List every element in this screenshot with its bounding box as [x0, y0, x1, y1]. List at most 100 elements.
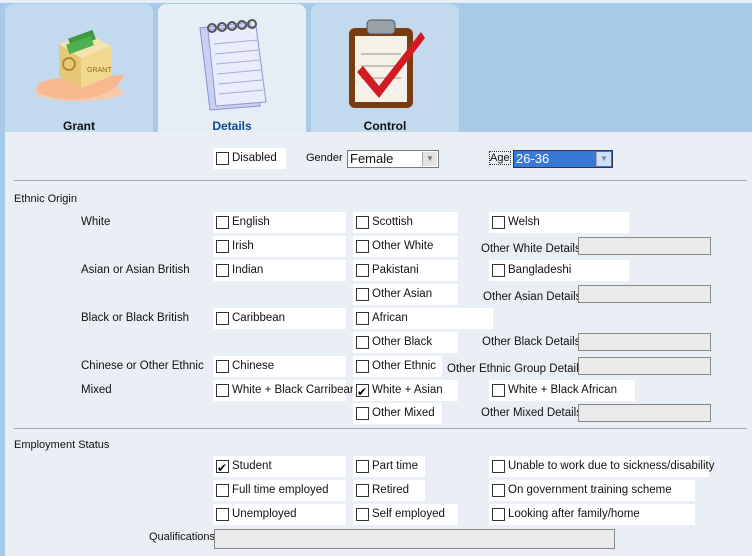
checkbox-box[interactable] — [356, 484, 369, 497]
bangladeshi-label: Bangladeshi — [508, 264, 572, 276]
tab-control-label: Control — [363, 119, 407, 133]
checkbox-box[interactable] — [216, 508, 229, 521]
checkbox-box[interactable] — [216, 458, 229, 479]
tab-details-label: Details — [212, 119, 252, 133]
self-employed-label: Self employed — [372, 508, 445, 520]
checkbox-box[interactable] — [216, 360, 229, 373]
chevron-down-icon[interactable]: ▼ — [596, 152, 611, 166]
checkbox-box[interactable] — [356, 460, 369, 473]
full-time-employed-checkbox[interactable]: Full time employed — [213, 480, 346, 501]
white-black-african-label: White + Black African — [508, 384, 617, 396]
government-training-label: On government training scheme — [508, 484, 672, 496]
self-employed-checkbox[interactable]: Self employed — [353, 504, 458, 525]
age-label: Age — [489, 151, 511, 165]
other-ethnic-details-label: Other Ethnic Group Details — [447, 363, 585, 375]
other-asian-details-label: Other Asian Details — [483, 291, 582, 303]
unemployed-checkbox[interactable]: Unemployed — [213, 504, 346, 525]
gender-select[interactable]: Female ▼ — [347, 150, 439, 168]
other-mixed-label: Other Mixed — [372, 407, 435, 419]
top-border — [0, 0, 752, 3]
checkbox-box[interactable] — [216, 240, 229, 253]
white-black-african-checkbox[interactable]: White + Black African — [489, 380, 635, 401]
indian-checkbox[interactable]: Indian — [213, 260, 346, 281]
checkbox-box[interactable] — [492, 216, 505, 229]
other-black-checkbox[interactable]: Other Black — [353, 332, 458, 353]
checkbox-box[interactable] — [216, 264, 229, 277]
other-mixed-details-field[interactable] — [578, 404, 711, 422]
checkbox-box[interactable] — [356, 336, 369, 349]
white-black-carribean-checkbox[interactable]: White + Black Carribean — [213, 380, 356, 401]
other-black-label: Other Black — [372, 336, 433, 348]
age-select[interactable]: 26-36 ▼ — [513, 150, 613, 168]
other-black-details-field[interactable] — [578, 333, 711, 351]
chevron-down-icon[interactable]: ▼ — [422, 152, 437, 166]
checkbox-box[interactable] — [356, 216, 369, 229]
row-label-chinese: Chinese or Other Ethnic — [81, 360, 204, 372]
scottish-label: Scottish — [372, 216, 413, 228]
pakistani-label: Pakistani — [372, 264, 419, 276]
tab-control[interactable]: Control — [311, 4, 459, 136]
other-asian-checkbox[interactable]: Other Asian — [353, 284, 458, 305]
part-time-label: Part time — [372, 460, 419, 472]
looking-after-family-checkbox[interactable]: Looking after family/home — [489, 504, 695, 525]
checkbox-box[interactable] — [216, 312, 229, 325]
english-label: English — [232, 216, 270, 228]
irish-checkbox[interactable]: Irish — [213, 236, 346, 257]
employment-status-heading: Employment Status — [14, 439, 110, 451]
checkbox-box[interactable] — [356, 288, 369, 301]
unemployed-label: Unemployed — [232, 508, 297, 520]
disabled-label: Disabled — [232, 152, 277, 164]
clipboard-check-icon — [349, 19, 425, 108]
checkbox-box[interactable] — [216, 216, 229, 229]
checkbox-box[interactable] — [492, 484, 505, 497]
checkbox-box[interactable] — [216, 384, 229, 397]
other-white-checkbox[interactable]: Other White — [353, 236, 458, 257]
checkbox-box[interactable] — [492, 460, 505, 473]
government-training-checkbox[interactable]: On government training scheme — [489, 480, 695, 501]
checkbox-box[interactable] — [356, 407, 369, 420]
caribbean-checkbox[interactable]: Caribbean — [213, 308, 346, 329]
other-white-details-field[interactable] — [578, 237, 711, 255]
checkbox-box[interactable] — [356, 312, 369, 325]
checkbox-box[interactable] — [356, 360, 369, 373]
checkbox-box[interactable] — [492, 508, 505, 521]
retired-checkbox[interactable]: Retired — [353, 480, 425, 501]
pakistani-checkbox[interactable]: Pakistani — [353, 260, 458, 281]
grant-box-icon: GRANT — [35, 29, 124, 101]
welsh-checkbox[interactable]: Welsh — [489, 212, 629, 233]
white-black-carribean-label: White + Black Carribean — [232, 384, 357, 396]
part-time-checkbox[interactable]: Part time — [353, 456, 425, 477]
bangladeshi-checkbox[interactable]: Bangladeshi — [489, 260, 629, 281]
qualifications-field[interactable] — [214, 529, 615, 549]
tab-grant[interactable]: GRANT Grant — [5, 4, 153, 136]
qualifications-label: Qualifications — [149, 531, 216, 543]
checkbox-box[interactable] — [216, 484, 229, 497]
checkbox-box[interactable] — [492, 384, 505, 397]
unable-to-work-label: Unable to work due to sickness/disabilit… — [508, 460, 715, 472]
row-label-asian: Asian or Asian British — [81, 264, 190, 276]
english-checkbox[interactable]: English — [213, 212, 346, 233]
checkbox-box[interactable] — [492, 264, 505, 277]
checkbox-box[interactable] — [356, 264, 369, 277]
chinese-checkbox[interactable]: Chinese — [213, 356, 346, 377]
retired-label: Retired — [372, 484, 410, 496]
other-ethnic-checkbox[interactable]: Other Ethnic — [353, 356, 442, 377]
white-asian-checkbox[interactable]: White + Asian — [353, 380, 458, 403]
other-asian-details-field[interactable] — [578, 285, 711, 303]
unable-to-work-checkbox[interactable]: Unable to work due to sickness/disabilit… — [489, 456, 714, 477]
student-checkbox[interactable]: Student — [213, 456, 346, 479]
irish-label: Irish — [232, 240, 254, 252]
other-ethnic-details-field[interactable] — [578, 357, 711, 375]
other-black-details-label: Other Black Details — [482, 336, 581, 348]
checkbox-box[interactable] — [216, 152, 229, 165]
disabled-checkbox[interactable]: Disabled — [213, 148, 286, 169]
checkbox-box[interactable] — [356, 240, 369, 253]
caribbean-label: Caribbean — [232, 312, 286, 324]
scottish-checkbox[interactable]: Scottish — [353, 212, 458, 233]
checkbox-box[interactable] — [356, 508, 369, 521]
checkbox-box[interactable] — [356, 382, 369, 403]
other-asian-label: Other Asian — [372, 288, 433, 300]
african-checkbox[interactable]: African — [353, 308, 493, 329]
tab-details[interactable]: Details — [158, 4, 306, 136]
other-mixed-checkbox[interactable]: Other Mixed — [353, 403, 442, 424]
